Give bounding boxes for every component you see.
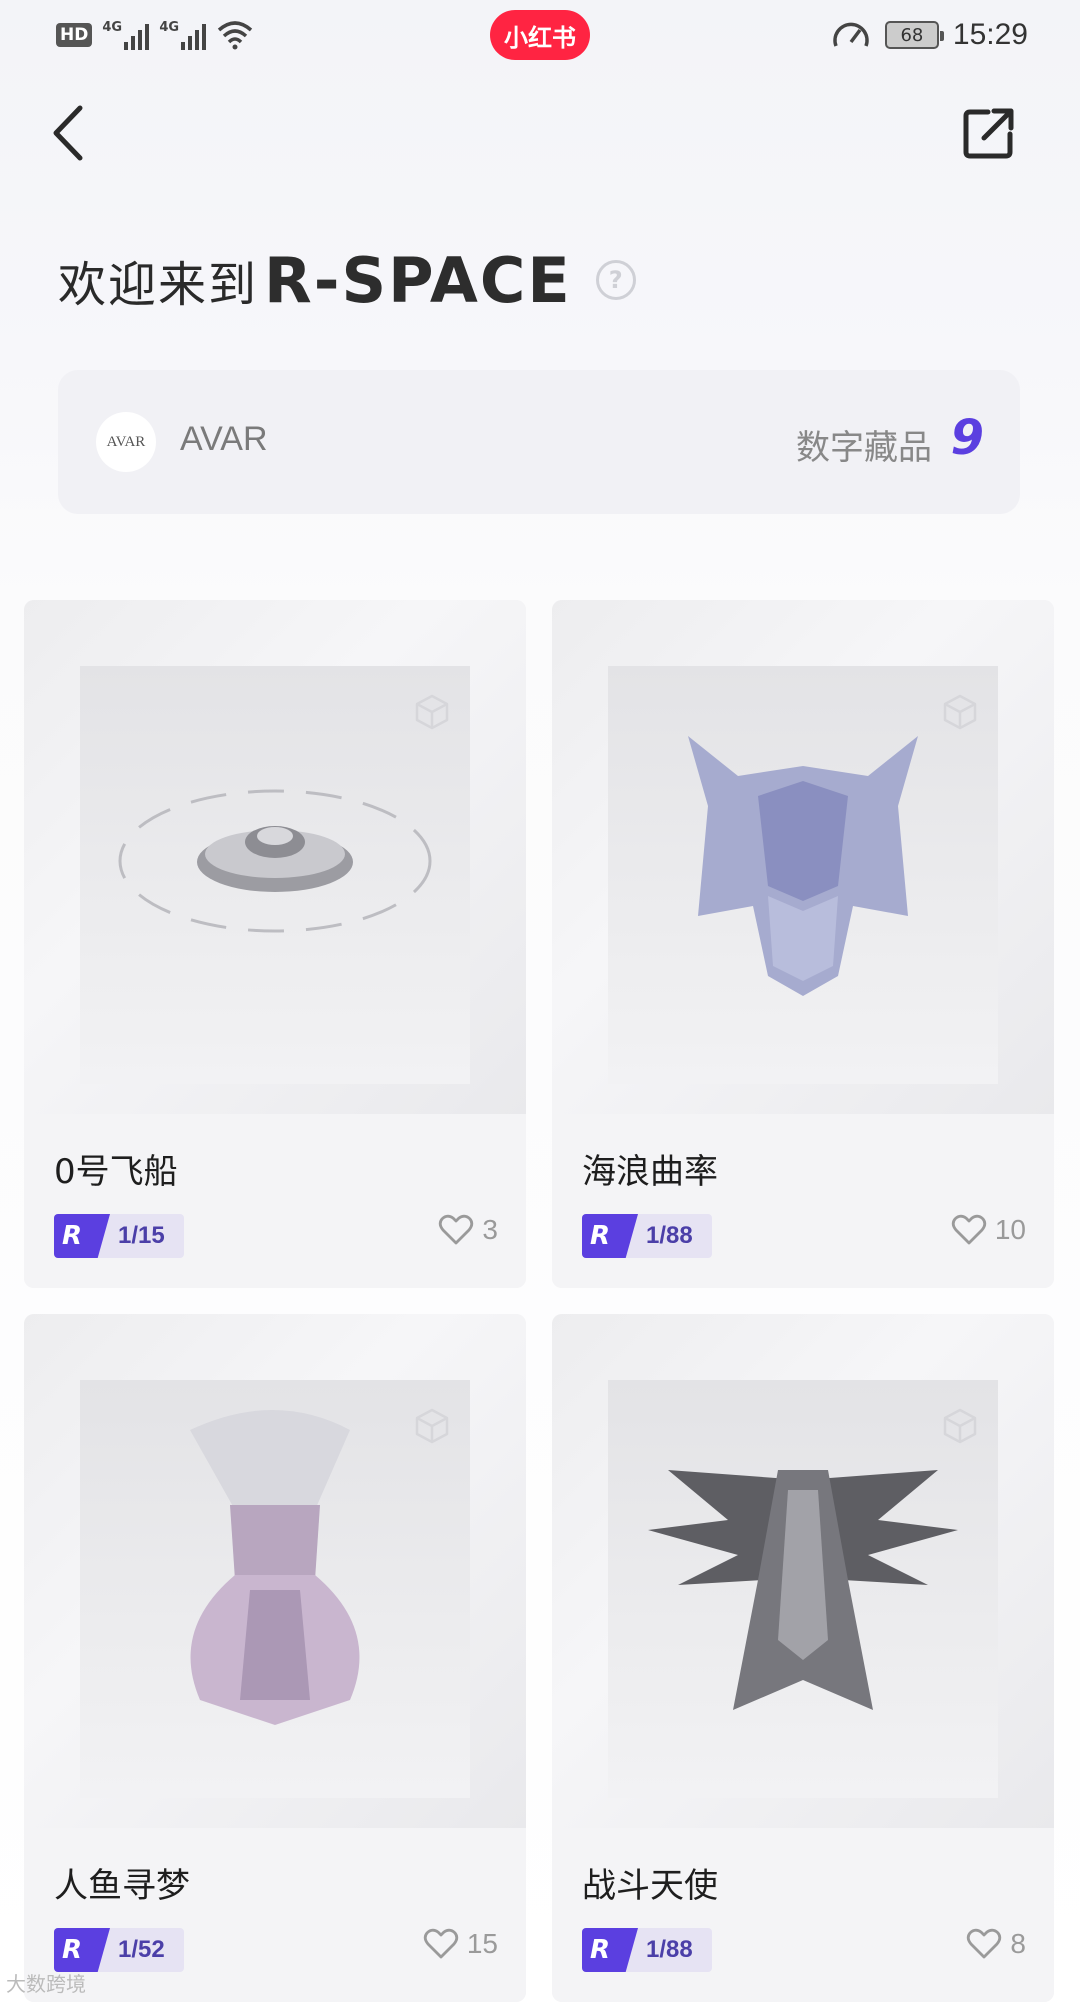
edition-badge: R 1/52 (54, 1928, 184, 1972)
welcome-header: 欢迎来到 R-SPACE ? (58, 243, 636, 317)
heart-icon (439, 1214, 474, 1245)
signal-label: 4G (102, 20, 123, 35)
like-button[interactable]: 8 (966, 1928, 1026, 1960)
r-logo-icon: R (582, 1214, 638, 1258)
heart-icon (951, 1214, 986, 1245)
edition-badge: R 1/88 (582, 1928, 712, 1972)
r-logo-icon: R (582, 1928, 638, 1972)
edition-badge: R 1/15 (54, 1214, 184, 1258)
like-count: 8 (1010, 1928, 1026, 1959)
watermark: 大数跨境 (6, 1972, 86, 1996)
signal-label: 4G (159, 20, 180, 35)
avatar: AVAR (96, 412, 156, 472)
card-title: 海浪曲率 (582, 1152, 718, 1192)
3d-cube-icon (943, 694, 977, 730)
card-title: 人鱼寻梦 (54, 1866, 190, 1906)
status-right: 68 15:29 (831, 18, 1028, 52)
3d-cube-icon (415, 1408, 449, 1444)
r-logo-icon: R (54, 1214, 110, 1258)
hd-badge: HD (56, 23, 93, 47)
3d-cube-icon (943, 1408, 977, 1444)
collection-card[interactable]: 战斗天使 R 1/88 8 (552, 1314, 1054, 2002)
card-title: 0号飞船 (54, 1152, 178, 1192)
edition-number: 1/52 (118, 1936, 165, 1963)
like-count: 10 (994, 1214, 1026, 1245)
heart-icon (967, 1928, 1002, 1959)
like-count: 3 (482, 1214, 498, 1245)
collection-label: 数字藏品 (796, 428, 932, 468)
signal-icon: 4G (159, 20, 207, 50)
like-button[interactable]: 3 (438, 1214, 498, 1246)
like-button[interactable]: 15 (423, 1928, 498, 1960)
profile-name: AVAR (180, 420, 268, 458)
status-bar: HD 4G 4G 小红书 68 15:29 (0, 0, 1080, 76)
edition-number: 1/88 (646, 1222, 693, 1249)
speedometer-icon (833, 22, 869, 47)
back-icon[interactable] (46, 102, 90, 164)
collection-card[interactable]: 人鱼寻梦 R 1/52 15 (24, 1314, 526, 2002)
collection-card[interactable]: 海浪曲率 R 1/88 10 (552, 600, 1054, 1288)
card-footer: 战斗天使 R 1/88 8 (552, 1828, 1054, 2002)
welcome-text: 欢迎来到 (58, 257, 259, 313)
help-icon[interactable]: ? (595, 260, 636, 300)
wifi-icon (218, 21, 253, 50)
edition-number: 1/15 (118, 1222, 165, 1249)
app-badge: 小红书 (490, 10, 590, 60)
clock: 15:29 (952, 18, 1028, 51)
card-footer: 0号飞船 R 1/15 3 (24, 1114, 526, 1288)
heart-icon (423, 1928, 458, 1959)
signal-icon: 4G (102, 20, 150, 50)
r-logo-icon: R (54, 1928, 110, 1972)
edition-badge: R 1/88 (582, 1214, 712, 1258)
like-count: 15 (466, 1928, 498, 1959)
edition-number: 1/88 (646, 1936, 693, 1963)
battery-indicator: 68 (884, 21, 944, 49)
status-left: HD 4G 4G (56, 20, 254, 50)
brand-logo: R-SPACE (264, 243, 572, 317)
3d-cube-icon (415, 694, 449, 730)
card-footer: 人鱼寻梦 R 1/52 15 (24, 1828, 526, 2002)
collection-count: 9 (950, 410, 984, 466)
profile-card[interactable]: AVAR AVAR 数字藏品 9 (58, 370, 1020, 514)
card-title: 战斗天使 (582, 1866, 718, 1906)
collection-card[interactable]: 0号飞船 R 1/15 3 (24, 600, 526, 1288)
card-footer: 海浪曲率 R 1/88 10 (552, 1114, 1054, 1288)
like-button[interactable]: 10 (951, 1214, 1026, 1246)
share-icon[interactable] (960, 104, 1018, 162)
